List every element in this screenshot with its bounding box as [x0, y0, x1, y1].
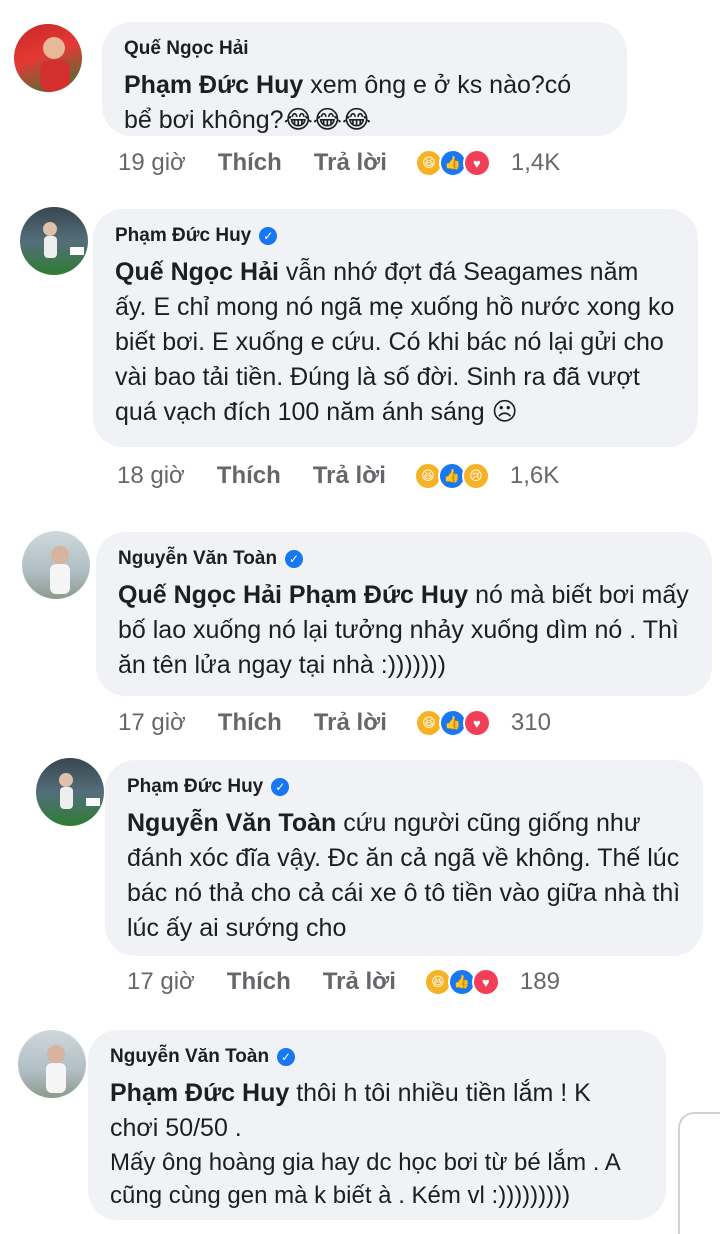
comment-actions: 18 giờ Thích Trả lời 😆 👍 😢 1,6K — [117, 459, 559, 493]
sad-reaction-icon: 😢 — [461, 462, 490, 490]
comment-author[interactable]: Nguyễn Văn Toàn — [110, 1046, 269, 1068]
reply-button[interactable]: Trả lời — [314, 149, 387, 177]
comment-bubble: Nguyễn Văn Toàn ✓ Quế Ngọc Hải Phạm Đức … — [96, 532, 712, 696]
reaction-count[interactable]: 1,6K — [510, 462, 559, 490]
comment-bubble: Nguyễn Văn Toàn ✓ Phạm Đức Huy thôi h tô… — [88, 1030, 666, 1220]
reply-button[interactable]: Trả lời — [313, 462, 386, 490]
comment-time[interactable]: 19 giờ — [118, 149, 186, 177]
mention-link[interactable]: Quế Ngọc Hải — [115, 258, 279, 286]
like-button[interactable]: Thích — [227, 968, 291, 996]
verified-badge-icon: ✓ — [271, 778, 290, 796]
reaction-count[interactable]: 310 — [511, 709, 551, 737]
comment-author[interactable]: Quế Ngọc Hải — [124, 38, 249, 60]
verified-badge-icon: ✓ — [277, 1048, 296, 1066]
reactions[interactable]: 😆 👍 ♥ — [414, 709, 491, 737]
verified-badge-icon: ✓ — [285, 550, 304, 568]
comment-text: Phạm Đức Huy xem ông e ở ks nào?có bể bơ… — [124, 71, 572, 134]
like-button[interactable]: Thích — [218, 709, 282, 737]
reaction-count[interactable]: 1,4K — [511, 149, 560, 177]
like-button[interactable]: Thích — [217, 462, 281, 490]
mention-link[interactable]: Quế Ngọc Hải Phạm Đức Huy — [118, 581, 468, 609]
comment-author[interactable]: Phạm Đức Huy — [127, 776, 263, 798]
avatar[interactable] — [18, 1030, 86, 1098]
avatar[interactable] — [20, 207, 88, 275]
avatar[interactable] — [36, 758, 104, 826]
comment-bubble: Quế Ngọc Hải Phạm Đức Huy xem ông e ở ks… — [102, 22, 627, 136]
comment-text-line-2: Mấy ông hoàng gia hay dc học bơi từ bé l… — [110, 1149, 620, 1209]
comment-bubble: Phạm Đức Huy ✓ Nguyễn Văn Toàn cứu người… — [105, 760, 703, 956]
comment-text: Quế Ngọc Hải Phạm Đức Huy nó mà biết bơi… — [118, 581, 689, 679]
reactions[interactable]: 😆 👍 ♥ — [423, 968, 500, 996]
mention-link[interactable]: Phạm Đức Huy — [124, 71, 303, 99]
reply-button[interactable]: Trả lời — [323, 968, 396, 996]
reactions[interactable]: 😆 👍 😢 — [413, 462, 490, 490]
comment-time[interactable]: 17 giờ — [127, 968, 195, 996]
love-reaction-icon: ♥ — [462, 149, 491, 177]
avatar[interactable] — [22, 531, 90, 599]
avatar[interactable] — [14, 24, 82, 92]
thread-connector-line — [678, 1112, 720, 1234]
mention-link[interactable]: Nguyễn Văn Toàn — [127, 809, 336, 837]
mention-link[interactable]: Phạm Đức Huy — [110, 1079, 289, 1107]
comment-actions: 17 giờ Thích Trả lời 😆 👍 ♥ 189 — [127, 965, 560, 999]
comment-text: Nguyễn Văn Toàn cứu người cũng giống như… — [127, 809, 681, 942]
comment-author[interactable]: Nguyễn Văn Toàn — [118, 548, 277, 570]
love-reaction-icon: ♥ — [462, 709, 491, 737]
reaction-count[interactable]: 189 — [520, 968, 560, 996]
comment-text: Quế Ngọc Hải vẫn nhớ đợt đá Seagames năm… — [115, 258, 675, 426]
comment-text: Phạm Đức Huy thôi h tôi nhiều tiền lắm !… — [110, 1079, 591, 1142]
comment-time[interactable]: 18 giờ — [117, 462, 185, 490]
like-button[interactable]: Thích — [218, 149, 282, 177]
love-reaction-icon: ♥ — [471, 968, 500, 996]
comment-actions: 19 giờ Thích Trả lời 😆 👍 ♥ 1,4K — [118, 146, 560, 180]
comment-actions: 17 giờ Thích Trả lời 😆 👍 ♥ 310 — [118, 706, 551, 740]
comment-time[interactable]: 17 giờ — [118, 709, 186, 737]
comment-author[interactable]: Phạm Đức Huy — [115, 225, 251, 247]
reply-button[interactable]: Trả lời — [314, 709, 387, 737]
verified-badge-icon: ✓ — [259, 227, 278, 245]
reactions[interactable]: 😆 👍 ♥ — [414, 149, 491, 177]
comment-bubble: Phạm Đức Huy ✓ Quế Ngọc Hải vẫn nhớ đợt … — [93, 209, 698, 447]
